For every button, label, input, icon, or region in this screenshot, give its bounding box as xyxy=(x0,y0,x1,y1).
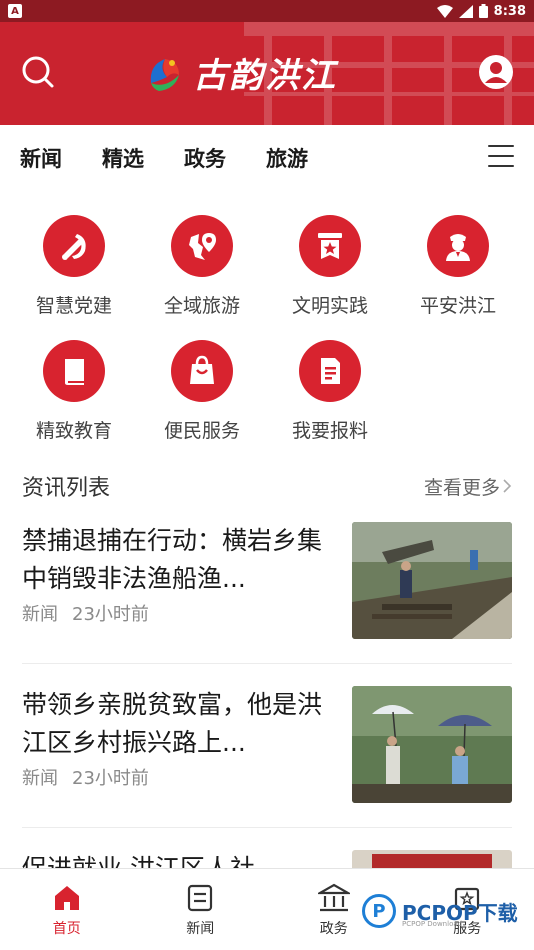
app-logo-icon xyxy=(150,58,179,91)
tab-government[interactable]: 政务 xyxy=(184,143,226,173)
shortcut-report[interactable]: 我要报料 xyxy=(266,340,394,465)
wifi-icon xyxy=(436,4,453,18)
news-icon xyxy=(184,882,216,914)
news-thumbnail xyxy=(352,686,512,803)
notification-icon: A xyxy=(8,4,22,18)
shortcut-services[interactable]: 便民服务 xyxy=(138,340,266,465)
user-avatar-icon xyxy=(479,55,513,89)
chevron-right-icon xyxy=(503,479,512,493)
report-document-icon xyxy=(299,340,361,402)
status-right: 8:38 xyxy=(436,3,526,19)
category-tabs: 新闻 精选 政务 旅游 xyxy=(0,125,534,191)
user-profile-button[interactable] xyxy=(476,52,516,92)
signal-icon xyxy=(458,4,473,18)
app-brand: 古韵洪江 xyxy=(145,48,337,97)
nav-label: 首页 xyxy=(52,920,81,937)
shopping-bag-icon xyxy=(171,340,233,402)
map-pin-icon xyxy=(171,215,233,277)
news-time: 23小时前 xyxy=(72,604,149,625)
view-more-link[interactable]: 查看更多 xyxy=(424,473,512,500)
section-title: 资讯列表 xyxy=(22,476,111,501)
news-title: 带领乡亲脱贫致富，他是洪江区乡村振兴路上... xyxy=(22,690,323,757)
divider xyxy=(22,827,512,828)
app-title: 古韵洪江 xyxy=(193,56,337,96)
news-title: 禁捕退捕在行动：横岩乡集中销毁非法渔船渔... xyxy=(22,526,323,593)
nav-news[interactable]: 新闻 xyxy=(150,882,250,938)
news-list-item[interactable]: 禁捕退捕在行动：横岩乡集中销毁非法渔船渔... 新闻 23小时前 xyxy=(22,522,512,662)
shortcut-label: 文明实践 xyxy=(291,295,368,317)
news-section-header: 资讯列表 查看更多 xyxy=(22,470,512,502)
government-icon xyxy=(317,882,350,914)
news-text: 带领乡亲脱贫致富，他是洪江区乡村振兴路上... 新闻 23小时前 xyxy=(22,686,337,826)
shortcut-education[interactable]: 精致教育 xyxy=(10,340,138,465)
news-meta: 新闻 23小时前 xyxy=(22,600,337,626)
shortcut-grid: 智慧党建 全域旅游 文明实践 平安洪江 精致教育 便民服务 我要报料 xyxy=(10,215,524,465)
menu-button[interactable] xyxy=(488,145,514,167)
shortcut-smart-party[interactable]: 智慧党建 xyxy=(10,215,138,340)
shortcut-label: 精致教育 xyxy=(35,420,112,442)
menu-icon-line xyxy=(488,155,514,157)
menu-icon-line xyxy=(488,145,514,147)
shortcut-label: 智慧党建 xyxy=(35,295,112,317)
home-icon xyxy=(51,882,83,914)
shortcut-label: 全域旅游 xyxy=(163,295,240,317)
nav-label: 新闻 xyxy=(186,920,215,937)
shortcut-tourism[interactable]: 全域旅游 xyxy=(138,215,266,340)
nav-home[interactable]: 首页 xyxy=(17,882,117,938)
watermark-subtext: PCPOP Download xyxy=(402,920,463,928)
search-button[interactable] xyxy=(18,52,58,92)
shortcut-label: 便民服务 xyxy=(163,420,240,442)
status-time: 8:38 xyxy=(493,3,526,19)
shortcut-label: 平安洪江 xyxy=(419,295,496,317)
shortcut-safety[interactable]: 平安洪江 xyxy=(394,215,522,340)
divider xyxy=(22,663,512,664)
watermark: P PCPOP下载 PCPOP Download xyxy=(362,894,518,928)
news-category: 新闻 xyxy=(22,604,58,625)
status-bar: A 8:38 xyxy=(0,0,534,22)
app-header: 古韵洪江 xyxy=(0,22,534,125)
book-icon xyxy=(43,340,105,402)
view-more-label: 查看更多 xyxy=(423,476,500,499)
news-time: 23小时前 xyxy=(72,768,149,789)
news-list-item[interactable]: 带领乡亲脱贫致富，他是洪江区乡村振兴路上... 新闻 23小时前 xyxy=(22,686,512,826)
news-thumbnail xyxy=(352,522,512,639)
nav-label: 政务 xyxy=(319,920,348,937)
news-category: 新闻 xyxy=(22,768,58,789)
news-text: 禁捕退捕在行动：横岩乡集中销毁非法渔船渔... 新闻 23小时前 xyxy=(22,522,337,662)
tab-news[interactable]: 新闻 xyxy=(20,143,62,173)
police-officer-icon xyxy=(427,215,489,277)
party-emblem-icon xyxy=(43,215,105,277)
star-banner-icon xyxy=(299,215,361,277)
tab-tourism[interactable]: 旅游 xyxy=(266,143,308,173)
status-left: A xyxy=(8,4,22,18)
tab-featured[interactable]: 精选 xyxy=(102,143,144,173)
menu-icon-line xyxy=(488,165,514,167)
battery-icon xyxy=(478,4,488,18)
shortcut-civilization[interactable]: 文明实践 xyxy=(266,215,394,340)
shortcut-label: 我要报料 xyxy=(291,420,368,442)
search-icon xyxy=(22,56,54,88)
news-meta: 新闻 23小时前 xyxy=(22,764,337,790)
watermark-logo-icon: P xyxy=(362,894,396,928)
